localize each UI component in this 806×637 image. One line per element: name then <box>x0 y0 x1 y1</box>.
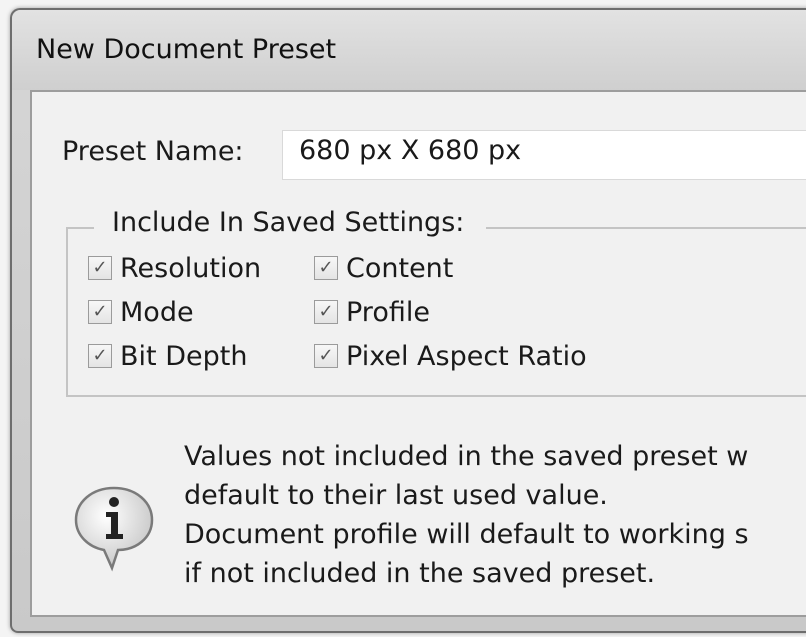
checkbox-pixel-aspect-ratio[interactable]: ✓ Pixel Aspect Ratio <box>314 339 587 373</box>
checkbox-label: Pixel Aspect Ratio <box>346 340 587 372</box>
group-legend: Include In Saved Settings: <box>94 207 487 238</box>
info-icon <box>72 482 156 572</box>
check-icon[interactable]: ✓ <box>314 344 338 368</box>
checkbox-label: Profile <box>346 296 430 328</box>
preset-name-row: Preset Name: 680 px X 680 px <box>62 130 806 180</box>
checkbox-label: Bit Depth <box>120 340 248 372</box>
info-line: Document profile will default to working… <box>184 519 749 550</box>
dialog-content: Preset Name: 680 px X 680 px Include In … <box>30 90 806 617</box>
checkbox-mode[interactable]: ✓ Mode <box>88 295 194 329</box>
checkbox-label: Mode <box>120 296 194 328</box>
include-in-saved-settings-group: Include In Saved Settings: ✓ Resolution … <box>66 207 806 397</box>
check-icon[interactable]: ✓ <box>314 256 338 280</box>
check-icon[interactable]: ✓ <box>88 300 112 324</box>
dialog-title: New Document Preset <box>36 34 337 65</box>
checkbox-bit-depth[interactable]: ✓ Bit Depth <box>88 339 247 373</box>
info-message: Values not included in the saved preset … <box>184 437 806 593</box>
check-icon[interactable]: ✓ <box>88 256 112 280</box>
info-line: Values not included in the saved preset … <box>184 441 749 472</box>
info-line: default to their last used value. <box>184 480 608 511</box>
info-line: if not included in the saved preset. <box>184 558 656 589</box>
checkbox-resolution[interactable]: ✓ Resolution <box>88 251 261 285</box>
checkbox-label: Resolution <box>120 252 262 284</box>
new-document-preset-dialog: New Document Preset Preset Name: 680 px … <box>10 8 806 633</box>
checkbox-label: Content <box>346 252 454 284</box>
preset-name-label: Preset Name: <box>62 136 244 167</box>
title-bar[interactable]: New Document Preset <box>12 10 806 90</box>
checkbox-profile[interactable]: ✓ Profile <box>314 295 430 329</box>
check-icon[interactable]: ✓ <box>314 300 338 324</box>
preset-name-input[interactable]: 680 px X 680 px <box>282 130 806 180</box>
checkbox-content[interactable]: ✓ Content <box>314 251 453 285</box>
check-icon[interactable]: ✓ <box>88 344 112 368</box>
